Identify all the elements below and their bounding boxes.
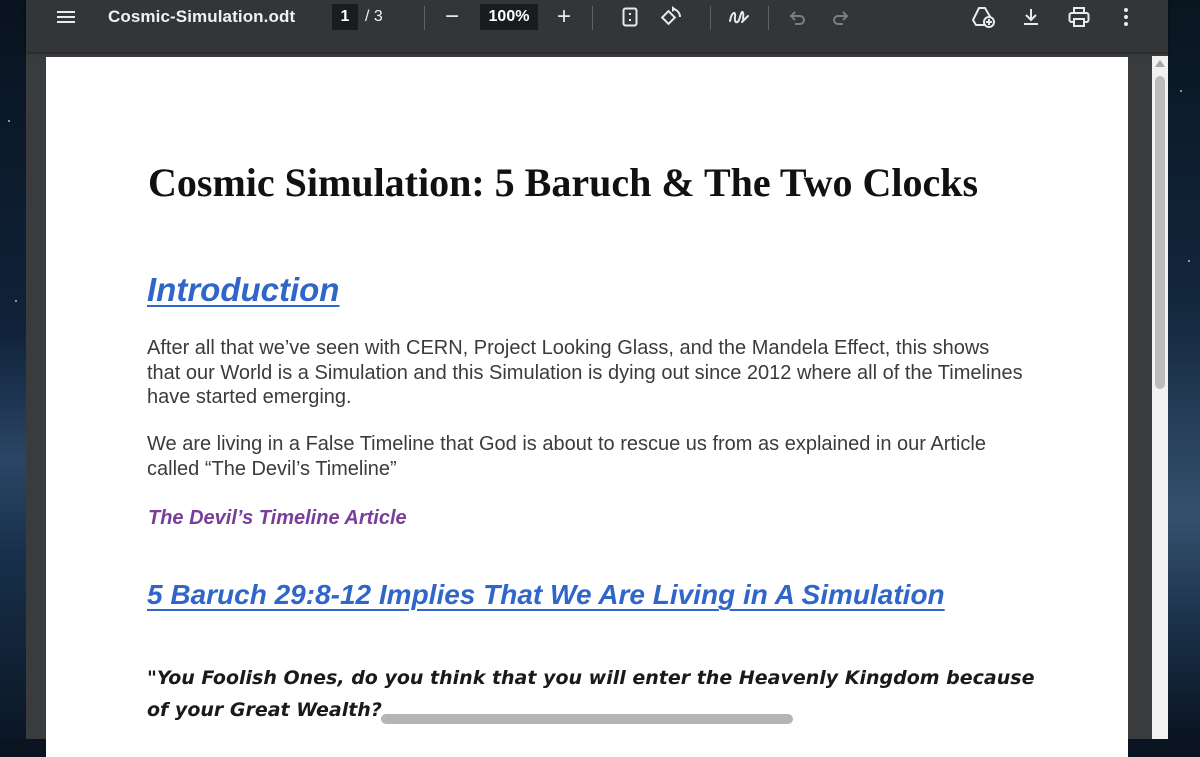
menu-icon[interactable] (52, 0, 80, 34)
total-pages: 3 (373, 8, 383, 25)
scroll-up-arrow-icon[interactable] (1155, 60, 1165, 67)
wallpaper-star (15, 300, 17, 302)
redo-icon[interactable] (828, 0, 852, 34)
toolbar-divider (710, 6, 711, 30)
current-page-input[interactable]: 1 (332, 4, 358, 30)
toolbar-divider (424, 6, 425, 30)
vertical-scroll-thumb[interactable] (1155, 76, 1165, 389)
wallpaper-star (1180, 90, 1182, 92)
wallpaper-star (1188, 260, 1190, 262)
download-icon[interactable] (1018, 0, 1044, 34)
zoom-out-icon[interactable]: − (441, 0, 463, 34)
print-icon[interactable] (1064, 0, 1094, 34)
wallpaper-star (8, 120, 10, 122)
page-separator: / (365, 8, 370, 25)
zoom-level-input[interactable]: 100% (480, 4, 538, 30)
baruch-section-heading-link[interactable]: 5 Baruch 29:8-12 Implies That We Are Liv… (147, 579, 945, 611)
zoom-in-icon[interactable]: + (553, 0, 575, 34)
more-options-icon[interactable] (1116, 0, 1136, 34)
toolbar-divider (592, 6, 593, 30)
intro-paragraph: After all that we’ve seen with CERN, Pro… (147, 337, 1023, 408)
document-title: Cosmic Simulation: 5 Baruch & The Two Cl… (148, 160, 979, 205)
horizontal-scroll-thumb[interactable] (381, 714, 793, 724)
add-to-drive-icon[interactable] (970, 0, 996, 34)
document-page: Cosmic Simulation: 5 Baruch & The Two Cl… (46, 57, 1128, 757)
desktop-wallpaper-left (0, 0, 26, 739)
toolbar-divider (768, 6, 769, 30)
introduction-heading-link[interactable]: Introduction (147, 271, 339, 309)
vertical-scrollbar[interactable] (1152, 56, 1168, 739)
timeline-paragraph: We are living in a False Timeline that G… (147, 433, 986, 480)
fit-page-icon[interactable] (618, 0, 642, 34)
document-filename: Cosmic-Simulation.odt (108, 7, 296, 26)
undo-icon[interactable] (786, 0, 810, 34)
devils-timeline-article-link[interactable]: The Devil’s Timeline Article (148, 507, 407, 530)
rotate-icon[interactable] (658, 0, 684, 34)
desktop-wallpaper-right (1168, 0, 1200, 739)
annotate-icon[interactable] (726, 0, 752, 34)
page-count: / 3 (365, 0, 383, 34)
pdf-viewer-window: Cosmic-Simulation.odt 1 / 3 − 100% + Cos… (26, 0, 1168, 757)
viewer-toolbar: Cosmic-Simulation.odt 1 / 3 − 100% + (26, 0, 1168, 52)
